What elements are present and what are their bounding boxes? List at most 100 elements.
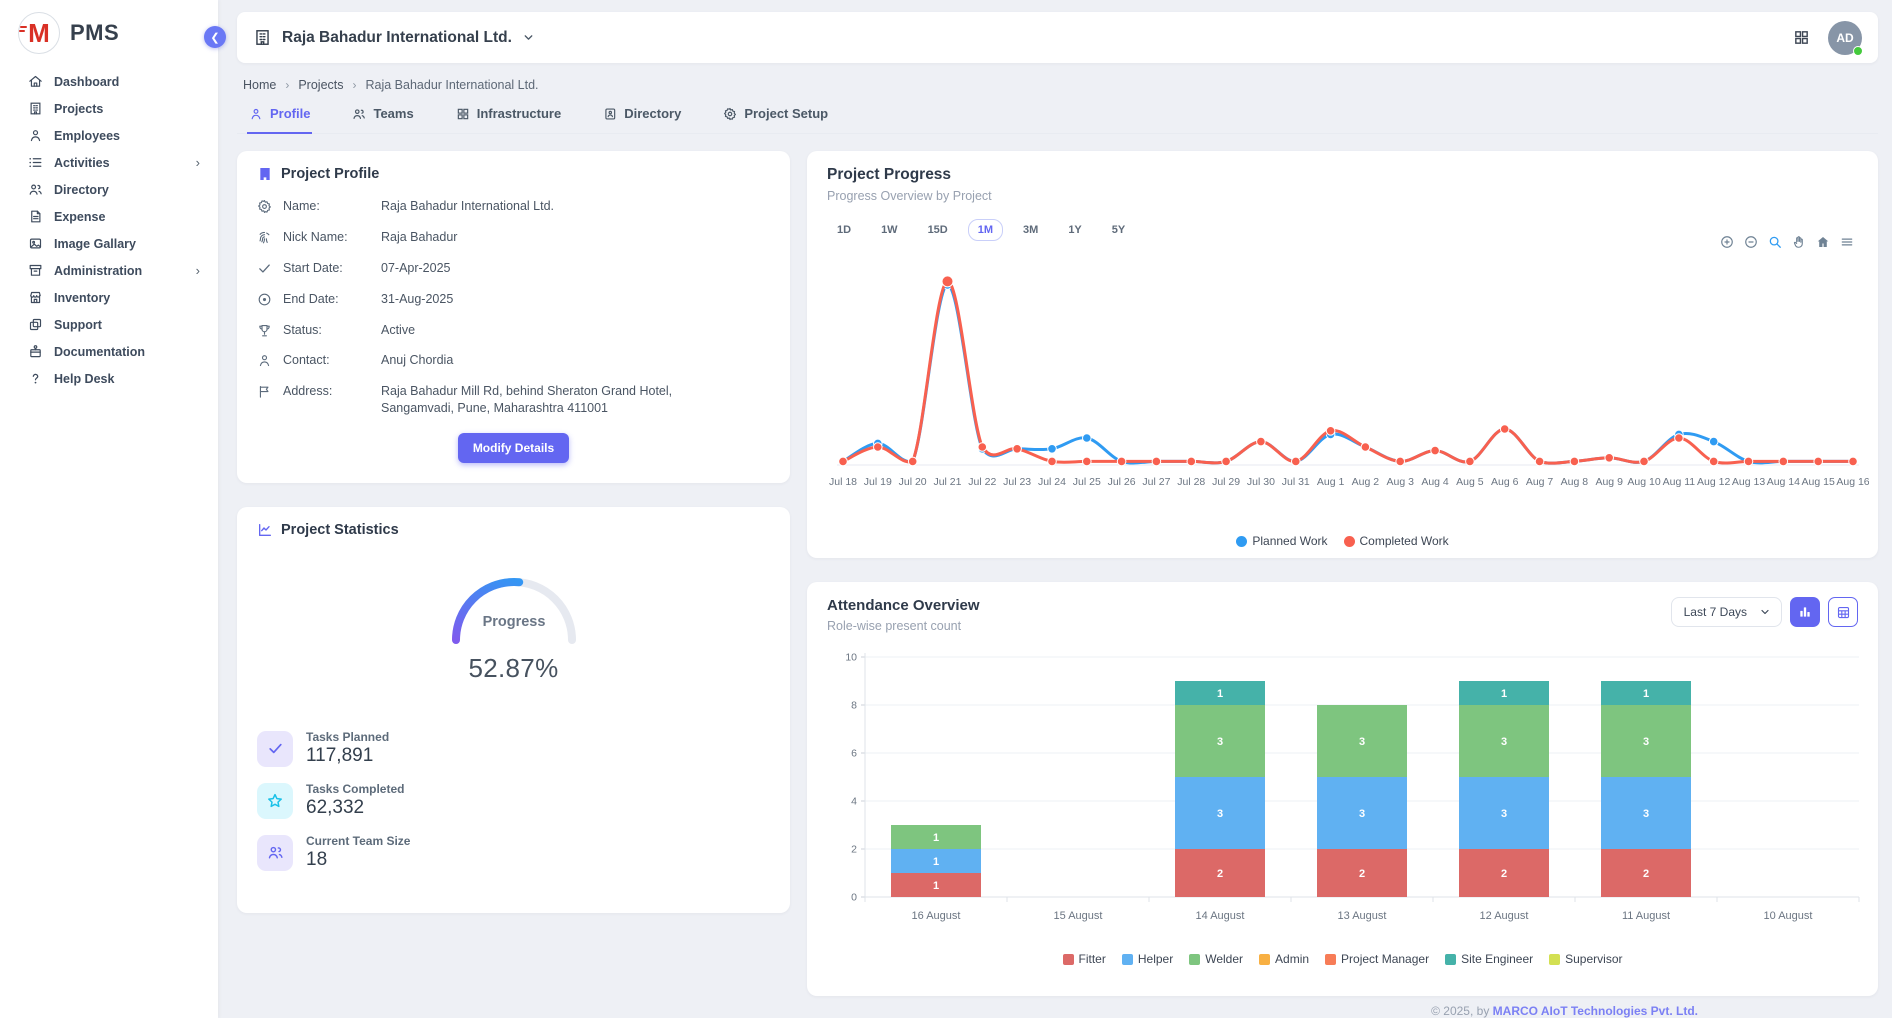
svg-text:Aug 8: Aug 8 — [1561, 476, 1589, 488]
sidebar-item-support[interactable]: Support — [0, 311, 218, 338]
profile-row-status: Status: Active — [257, 322, 770, 343]
legend-item[interactable]: Project Manager — [1325, 952, 1429, 966]
range-3m[interactable]: 3M — [1013, 219, 1048, 241]
topbar: Raja Bahadur International Ltd. AD — [237, 12, 1878, 63]
legend-swatch — [1325, 954, 1336, 965]
modify-details-button[interactable]: Modify Details — [458, 433, 569, 463]
apps-grid-icon[interactable] — [1793, 29, 1810, 46]
legend-swatch — [1259, 954, 1270, 965]
sidebar-item-inventory[interactable]: Inventory — [0, 284, 218, 311]
chevron-down-icon — [522, 31, 535, 44]
legend-dot — [1344, 536, 1355, 547]
sidebar-item-expense[interactable]: Expense — [0, 203, 218, 230]
footer-company-link[interactable]: MARCO AIoT Technologies Pvt. Ltd. — [1493, 1004, 1698, 1018]
svg-text:10 August: 10 August — [1764, 910, 1813, 922]
image-icon — [28, 236, 43, 251]
tab-infrastructure[interactable]: Infrastructure — [454, 104, 564, 134]
line-chart-legend: Planned Work Completed Work — [827, 534, 1858, 548]
tab-directory[interactable]: Directory — [601, 104, 683, 134]
legend-item[interactable]: Planned Work — [1236, 534, 1327, 548]
legend-item[interactable]: Fitter — [1063, 952, 1106, 966]
profile-row-address: Address: Raja Bahadur Mill Rd, behind Sh… — [257, 383, 770, 417]
stat-tasks-planned: Tasks Planned 117,891 — [257, 730, 770, 767]
chart-view-button[interactable] — [1790, 597, 1820, 627]
attendance-range-select[interactable]: Last 7 Days — [1671, 597, 1782, 627]
range-1w[interactable]: 1W — [871, 219, 908, 241]
project-statistics-card: Project Statistics Progress 52.87% Tasks… — [237, 507, 790, 913]
legend-item[interactable]: Completed Work — [1344, 534, 1449, 548]
project-statistics-title: Project Statistics — [257, 522, 770, 538]
zoom-in-icon[interactable] — [1720, 235, 1734, 249]
svg-text:6: 6 — [851, 748, 857, 760]
main-content: Raja Bahadur International Ltd. AD Home … — [218, 0, 1892, 1018]
project-selector[interactable]: Raja Bahadur International Ltd. — [253, 28, 535, 47]
legend-item[interactable]: Site Engineer — [1445, 952, 1533, 966]
svg-text:1: 1 — [933, 880, 939, 892]
home-icon — [28, 74, 43, 89]
range-5y[interactable]: 5Y — [1102, 219, 1135, 241]
sidebar-item-projects[interactable]: Projects — [0, 95, 218, 122]
series-planned-work — [839, 281, 1858, 466]
sidebar-item-directory[interactable]: Directory — [0, 176, 218, 203]
sidebar-collapse-button[interactable]: ❮ — [204, 26, 226, 48]
project-progress-chart[interactable]: Jul 18Jul 19Jul 20Jul 21Jul 22Jul 23Jul … — [827, 251, 1858, 532]
sidebar-item-administration[interactable]: Administration › — [0, 257, 218, 284]
legend-item[interactable]: Helper — [1122, 952, 1173, 966]
sidebar-item-documentation[interactable]: Documentation — [0, 338, 218, 365]
trophy-icon — [257, 323, 272, 338]
bar-11-august: 2331 — [1601, 681, 1691, 897]
svg-text:15 August: 15 August — [1054, 910, 1103, 922]
sidebar-item-help-desk[interactable]: Help Desk — [0, 365, 218, 392]
svg-text:Aug 10: Aug 10 — [1627, 476, 1660, 488]
legend-swatch — [1189, 954, 1200, 965]
svg-text:Aug 4: Aug 4 — [1421, 476, 1449, 488]
doc-box-icon — [28, 344, 43, 359]
attendance-chart[interactable]: 024681011116 August15 August233114 Augus… — [827, 643, 1858, 950]
zoom-selection-icon[interactable] — [1768, 235, 1782, 249]
legend-item[interactable]: Supervisor — [1549, 952, 1622, 966]
svg-text:Jul 24: Jul 24 — [1038, 476, 1066, 488]
svg-text:Jul 30: Jul 30 — [1247, 476, 1275, 488]
online-status-dot — [1853, 46, 1863, 56]
menu-icon[interactable] — [1840, 235, 1854, 249]
svg-text:Aug 3: Aug 3 — [1387, 476, 1415, 488]
svg-text:2: 2 — [1217, 868, 1223, 880]
breadcrumb-projects[interactable]: Projects — [298, 78, 343, 92]
svg-text:1: 1 — [933, 832, 939, 844]
table-view-button[interactable] — [1828, 597, 1858, 627]
zoom-out-icon[interactable] — [1744, 235, 1758, 249]
svg-text:2: 2 — [1501, 868, 1507, 880]
pan-hand-icon[interactable] — [1792, 235, 1806, 249]
legend-item[interactable]: Welder — [1189, 952, 1243, 966]
range-1y[interactable]: 1Y — [1058, 219, 1091, 241]
svg-text:Aug 1: Aug 1 — [1317, 476, 1345, 488]
breadcrumb-home[interactable]: Home — [243, 78, 276, 92]
sidebar-item-dashboard[interactable]: Dashboard — [0, 68, 218, 95]
tab-profile[interactable]: Profile — [247, 104, 312, 134]
user-avatar[interactable]: AD — [1828, 21, 1862, 55]
person-icon — [249, 107, 263, 121]
range-1d[interactable]: 1D — [827, 219, 861, 241]
svg-text:Jul 28: Jul 28 — [1177, 476, 1205, 488]
sidebar-item-image-gallery[interactable]: Image Gallary — [0, 230, 218, 257]
tab-project-setup[interactable]: Project Setup — [721, 104, 830, 134]
bar-14-august: 2331 — [1175, 681, 1265, 897]
chevron-right-icon: › — [353, 78, 357, 92]
sidebar-item-employees[interactable]: Employees — [0, 122, 218, 149]
sidebar-item-activities[interactable]: Activities › — [0, 149, 218, 176]
svg-text:2: 2 — [1359, 868, 1365, 880]
tab-teams[interactable]: Teams — [350, 104, 415, 134]
legend-item[interactable]: Admin — [1259, 952, 1309, 966]
svg-text:3: 3 — [1217, 736, 1223, 748]
svg-text:Jul 27: Jul 27 — [1142, 476, 1170, 488]
building-icon — [257, 166, 273, 182]
range-1m[interactable]: 1M — [968, 219, 1003, 241]
home-reset-icon[interactable] — [1816, 235, 1830, 249]
range-15d[interactable]: 15D — [918, 219, 958, 241]
person-icon — [28, 128, 43, 143]
chevron-right-icon: › — [196, 155, 200, 170]
svg-text:1: 1 — [1501, 688, 1507, 700]
people-icon — [28, 182, 43, 197]
svg-text:14 August: 14 August — [1196, 910, 1245, 922]
project-progress-card: Project Progress Progress Overview by Pr… — [807, 151, 1878, 558]
